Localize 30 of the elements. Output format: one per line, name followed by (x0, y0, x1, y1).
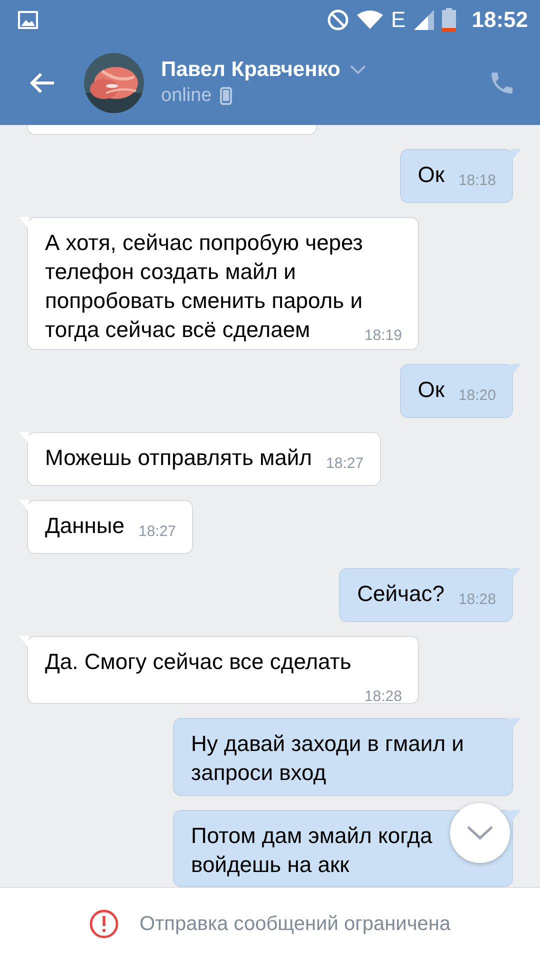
message-time: 18:28 (364, 688, 402, 706)
message-text: Сейчас? (357, 580, 444, 606)
message-text: Данные (45, 512, 124, 538)
message-text: А хотя, сейчас попробую через телефон создать майл и попробовать сменить пароль и тогда сейчас всё сделаем (45, 230, 363, 342)
signal-icon (414, 10, 434, 30)
message-text: Ок (418, 162, 444, 187)
gallery-icon (18, 11, 38, 29)
message-text: Да. Смогу сейчас все сделать (45, 648, 352, 674)
message-text: Потом дам эмайл когда войдешь на акк (191, 822, 432, 877)
message-time: 18:28 (458, 590, 496, 609)
message-time: 18:19 (364, 327, 402, 345)
online-status: online (161, 85, 212, 107)
message-text: Ну давай заходи в гмаил и запроси вход (191, 731, 464, 786)
do-not-disturb-icon (327, 9, 350, 31)
back-button[interactable] (28, 70, 56, 94)
restriction-notice: Отправка сообщений ограничена (139, 912, 451, 936)
phone-device-icon (220, 87, 232, 105)
message-time: 18:18 (458, 172, 496, 190)
network-type: E (391, 7, 406, 33)
message-time: 18:20 (458, 386, 496, 405)
contact-name[interactable]: Павел Кравченко (161, 58, 340, 82)
message-time: 18:27 (138, 522, 176, 541)
message-time: 18:27 (326, 454, 364, 473)
message-text: Ок (418, 376, 444, 402)
message-text: Можешь отправлять майл (45, 444, 312, 470)
battery-icon (442, 8, 456, 32)
chevron-down-icon[interactable] (350, 65, 366, 75)
clock: 18:52 (472, 7, 528, 33)
warning-icon (89, 909, 120, 939)
wifi-icon (357, 10, 384, 30)
